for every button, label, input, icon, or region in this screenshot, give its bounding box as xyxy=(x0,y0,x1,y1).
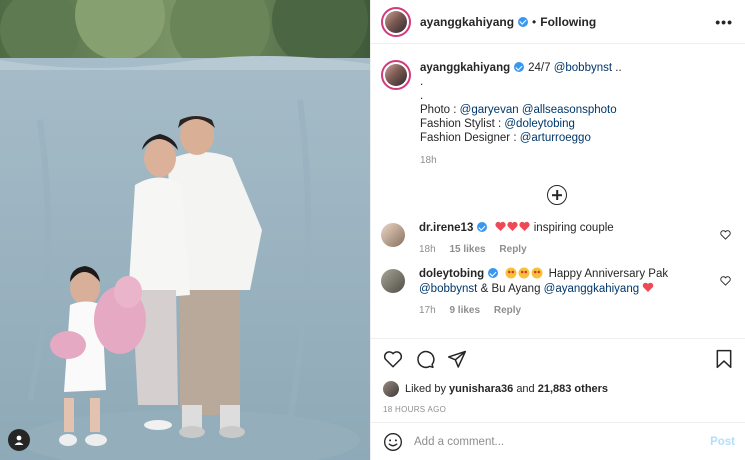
comment-like-heart-icon[interactable] xyxy=(720,276,731,286)
post-caption: ayanggkahiyang 24/7 @bobbynst .. . . Phot… xyxy=(381,60,733,168)
more-options-icon[interactable]: ••• xyxy=(715,14,733,30)
liker-username[interactable]: yunishara36 xyxy=(449,383,513,395)
caption-designer-label: Fashion Designer : xyxy=(420,132,520,144)
red-heart-icon xyxy=(643,282,654,292)
following-button[interactable]: Following xyxy=(540,15,596,29)
caption-text: 24/7 xyxy=(528,62,551,74)
mention-link[interactable]: @allseasonsphoto xyxy=(522,104,617,116)
comment-likes[interactable]: 15 likes xyxy=(449,244,485,255)
caption-ellipsis: .. xyxy=(615,62,622,74)
caption-dot: . xyxy=(420,90,424,102)
caption-time: 18h xyxy=(420,155,437,166)
comment-text: Happy Anniversary Pak xyxy=(548,268,669,280)
author-username[interactable]: ayanggkahiyang xyxy=(420,15,514,29)
caption-dot: . xyxy=(420,76,424,88)
load-more-comments[interactable] xyxy=(381,185,733,205)
liker-avatar[interactable] xyxy=(383,381,399,397)
likes-middle: and xyxy=(516,383,535,395)
comment-time: 17h xyxy=(419,305,436,316)
photo-illustration xyxy=(0,0,370,460)
comment-time: 18h xyxy=(419,244,436,255)
caption-photo-label: Photo : xyxy=(420,104,460,116)
comment-text: Bu Ayang xyxy=(491,283,541,295)
like-heart-icon[interactable] xyxy=(383,350,403,368)
tagged-user-icon[interactable] xyxy=(8,429,30,451)
comment-bubble-icon[interactable] xyxy=(415,349,435,369)
mention-link[interactable]: @bobbynst xyxy=(554,62,612,74)
post-photo[interactable] xyxy=(0,0,370,460)
person-icon xyxy=(14,435,24,445)
post-modal: ayanggkahiyang • Following ••• ayanggkah… xyxy=(0,0,745,460)
post-actions xyxy=(371,338,745,378)
emoji-smile-icon[interactable] xyxy=(383,432,403,452)
likes-count[interactable]: 21,883 others xyxy=(538,383,608,395)
comment-reply-button[interactable]: Reply xyxy=(499,244,526,255)
verified-badge-icon xyxy=(488,268,499,278)
post-header: ayanggkahiyang • Following ••• xyxy=(371,0,745,44)
comment-text: & xyxy=(480,283,489,295)
caption-username[interactable]: ayanggkahiyang xyxy=(420,62,510,74)
caption-avatar[interactable] xyxy=(381,60,411,90)
author-avatar[interactable] xyxy=(381,6,411,37)
comment-username[interactable]: doleytobing xyxy=(419,268,484,280)
comment-username[interactable]: dr.irene13 xyxy=(419,222,473,234)
share-paper-plane-icon[interactable] xyxy=(447,349,467,369)
star-struck-emoji-icon xyxy=(505,267,543,279)
verified-badge-icon xyxy=(477,222,488,232)
comment-item: dr.irene13 inspiring couple 18h 15 likes… xyxy=(381,221,733,257)
mention-link[interactable]: @garyevan xyxy=(460,104,519,116)
comment-input[interactable] xyxy=(414,435,711,448)
post-comment-button[interactable]: Post xyxy=(710,436,735,448)
mention-link[interactable]: @bobbynst xyxy=(419,283,477,295)
mention-link[interactable]: @arturroeggo xyxy=(520,132,591,144)
mention-link[interactable]: @doleytobing xyxy=(504,118,575,130)
mention-link[interactable]: @ayanggkahiyang xyxy=(544,283,639,295)
comment-item: doleytobing Happy Anniversary Pak @bobby… xyxy=(381,267,733,318)
likes-prefix: Liked by xyxy=(405,383,446,395)
plus-circle-icon[interactable] xyxy=(547,185,567,205)
save-bookmark-icon[interactable] xyxy=(715,349,733,369)
comment-text: inspiring couple xyxy=(533,222,614,234)
post-time-ago[interactable]: 18 HOURS AGO xyxy=(371,400,745,422)
comment-likes[interactable]: 9 likes xyxy=(449,305,480,316)
add-comment-bar: Post xyxy=(371,422,745,460)
comment-avatar[interactable] xyxy=(381,223,405,247)
verified-badge-icon xyxy=(514,62,525,72)
comments-section[interactable]: ayanggkahiyang 24/7 @bobbynst .. . . Phot… xyxy=(371,44,745,338)
comment-reply-button[interactable]: Reply xyxy=(494,305,521,316)
comment-avatar[interactable] xyxy=(381,269,405,293)
verified-badge-icon xyxy=(518,16,529,27)
post-side-panel: ayanggkahiyang • Following ••• ayanggkah… xyxy=(370,0,745,460)
header-separator: • xyxy=(532,14,537,29)
comment-like-heart-icon[interactable] xyxy=(720,230,731,240)
red-hearts-icon xyxy=(494,221,530,231)
caption-stylist-label: Fashion Stylist : xyxy=(420,118,505,130)
likes-summary: Liked by yunishara36 and 21,883 others xyxy=(371,378,745,400)
